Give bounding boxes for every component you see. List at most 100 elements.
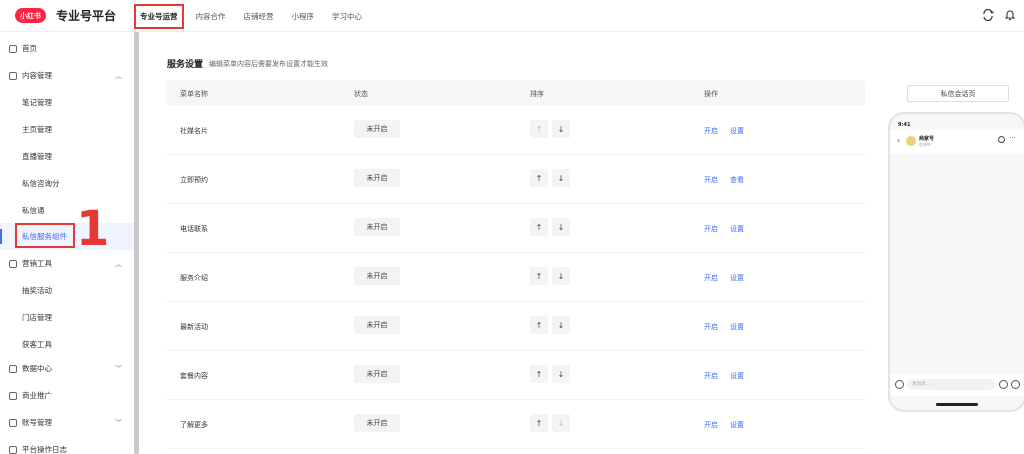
switch-account-icon[interactable] <box>982 9 994 21</box>
col-actions: 操作 <box>704 90 718 98</box>
table-row: 立即预约 未开启 ↑ ↓ 开启 查看 <box>166 155 865 204</box>
log-icon <box>9 445 17 454</box>
search-icon <box>998 136 1005 143</box>
sort-up-button[interactable]: ↑ <box>530 365 548 383</box>
col-sort: 排序 <box>530 90 544 98</box>
sidebar-item-label: 门店管理 <box>22 313 52 322</box>
sort-up-button[interactable]: ↑ <box>530 316 548 334</box>
app-root: 小红书 专业号平台 专业号运营 内容合作 店铺经营 小程序 学习中心 首页 内容… <box>0 0 1024 454</box>
sort-up-button[interactable]: ↑ <box>530 169 548 187</box>
sidebar-item-label: 抽奖活动 <box>22 286 52 295</box>
table-row: 社媒名片 未开启 ↑ ↓ 开启 设置 <box>166 106 865 155</box>
sidebar-item-label: 获客工具 <box>22 340 52 349</box>
settings-link[interactable]: 设置 <box>730 420 744 430</box>
main-content: 服务设置 编辑菜单内容后需要发布设置才能生效 菜单名称 状态 排序 操作 社媒名… <box>139 32 1024 454</box>
sort-down-button[interactable]: ↓ <box>552 365 570 383</box>
settings-link[interactable]: 设置 <box>730 273 744 283</box>
sidebar-item-homepage[interactable]: 主页管理 <box>0 116 134 143</box>
table-row: 了解更多 未开启 ↑ ↓ 开启 设置 <box>166 400 865 449</box>
enable-link[interactable]: 开启 <box>704 420 718 430</box>
menu-name: 了解更多 <box>180 421 208 429</box>
table-row: 最新活动 未开启 ↑ ↓ 开启 设置 <box>166 302 865 351</box>
sidebar-item-label: 直播管理 <box>22 152 52 161</box>
enable-link[interactable]: 开启 <box>704 224 718 234</box>
section-note: 编辑菜单内容后需要发布设置才能生效 <box>209 60 328 68</box>
back-icon: ‹ <box>897 136 901 145</box>
chevron-up-icon: ︿ <box>115 259 122 268</box>
sort-down-button[interactable]: ↓ <box>552 316 570 334</box>
sort-up-button[interactable]: ↑ <box>530 414 548 432</box>
dm-page-preview-button[interactable]: 私信会话页 <box>907 85 1009 102</box>
enable-link[interactable]: 开启 <box>704 273 718 283</box>
nav-content-collab[interactable]: 内容合作 <box>196 11 226 22</box>
xiaohongshu-logo[interactable]: 小红书 <box>15 8 46 23</box>
chat-name: 商家号 <box>919 136 935 142</box>
top-nav: 专业号运营 内容合作 店铺经营 小程序 学习中心 <box>134 3 380 29</box>
sidebar-item-leads[interactable]: 获客工具 <box>0 331 134 358</box>
sidebar-group-data[interactable]: 数据中心 ﹀ <box>0 355 134 382</box>
sidebar-item-lottery[interactable]: 抽奖活动 <box>0 277 134 304</box>
sort-up-button[interactable]: ↑ <box>530 218 548 236</box>
enable-link[interactable]: 开启 <box>704 371 718 381</box>
highlight-box <box>15 223 75 248</box>
sort-up-button[interactable]: ↑ <box>530 267 548 285</box>
enable-link[interactable]: 开启 <box>704 175 718 185</box>
enable-link[interactable]: 开启 <box>704 322 718 332</box>
sidebar-item-ads[interactable]: 商业推广 <box>0 382 134 409</box>
chat-input-bar: 发消息... <box>890 374 1024 396</box>
table-row: 套餐内容 未开启 ↑ ↓ 开启 设置 <box>166 351 865 400</box>
sidebar-item-label: 账号管理 <box>22 418 52 427</box>
emoji-icon <box>999 380 1008 389</box>
status-badge: 未开启 <box>354 267 400 285</box>
message-input: 发消息... <box>907 379 995 390</box>
chevron-up-icon: ︿ <box>115 71 122 80</box>
table-row: 电话联系 未开启 ↑ ↓ 开启 设置 <box>166 204 865 253</box>
view-link[interactable]: 查看 <box>730 175 744 185</box>
active-indicator <box>0 229 2 244</box>
menu-name: 套餐内容 <box>180 372 208 380</box>
menu-name: 立即预约 <box>180 176 208 184</box>
enable-link[interactable]: 开启 <box>704 126 718 136</box>
home-indicator <box>936 403 978 406</box>
sidebar-item-home[interactable]: 首页 <box>0 35 134 62</box>
nav-mini-program[interactable]: 小程序 <box>292 11 315 22</box>
phone-status-time: 9:41 <box>898 122 911 128</box>
sort-down-button[interactable]: ↓ <box>552 169 570 187</box>
sidebar: 首页 内容管理 ︿ 笔记管理 主页管理 直播管理 私信咨询分 私信通 私信服务组… <box>0 32 134 454</box>
sidebar-item-log[interactable]: 平台操作日志 <box>0 436 134 454</box>
more-icon: ··· <box>1009 134 1016 142</box>
sidebar-item-label: 私信咨询分 <box>22 179 60 188</box>
sidebar-group-content[interactable]: 内容管理 ︿ <box>0 62 134 89</box>
sidebar-item-stores[interactable]: 门店管理 <box>0 304 134 331</box>
settings-link[interactable]: 设置 <box>730 371 744 381</box>
sort-down-button[interactable]: ↓ <box>552 267 570 285</box>
chevron-down-icon: ﹀ <box>115 364 122 373</box>
settings-link[interactable]: 设置 <box>730 224 744 234</box>
account-icon <box>9 418 17 427</box>
sort-up-button[interactable]: ↑ <box>530 120 548 138</box>
menu-name: 社媒名片 <box>180 127 208 135</box>
status-badge: 未开启 <box>354 218 400 236</box>
nav-learning[interactable]: 学习中心 <box>332 11 362 22</box>
sidebar-item-dm-tong[interactable]: 私信通 <box>0 197 134 224</box>
sort-down-button[interactable]: ↓ <box>552 414 570 432</box>
bell-icon[interactable] <box>1004 9 1016 21</box>
sidebar-item-dm-service[interactable]: 私信服务组件 <box>0 223 134 250</box>
nav-store[interactable]: 店铺经营 <box>244 11 274 22</box>
sidebar-item-label: 数据中心 <box>22 364 52 373</box>
nav-professional-ops[interactable]: 专业号运营 <box>134 3 184 29</box>
sort-down-button[interactable]: ↓ <box>552 120 570 138</box>
promotion-icon <box>9 391 17 400</box>
sort-down-button[interactable]: ↓ <box>552 218 570 236</box>
col-status: 状态 <box>354 90 368 98</box>
marketing-icon <box>9 259 17 268</box>
sidebar-item-dm-score[interactable]: 私信咨询分 <box>0 170 134 197</box>
sidebar-item-live[interactable]: 直播管理 <box>0 143 134 170</box>
settings-link[interactable]: 设置 <box>730 322 744 332</box>
chat-subtitle: 在线中 <box>919 142 931 147</box>
sidebar-item-label: 主页管理 <box>22 125 52 134</box>
sidebar-group-account[interactable]: 账号管理 ﹀ <box>0 409 134 436</box>
settings-link[interactable]: 设置 <box>730 126 744 136</box>
sidebar-item-notes[interactable]: 笔记管理 <box>0 89 134 116</box>
sidebar-group-marketing[interactable]: 营销工具 ︿ <box>0 250 134 277</box>
